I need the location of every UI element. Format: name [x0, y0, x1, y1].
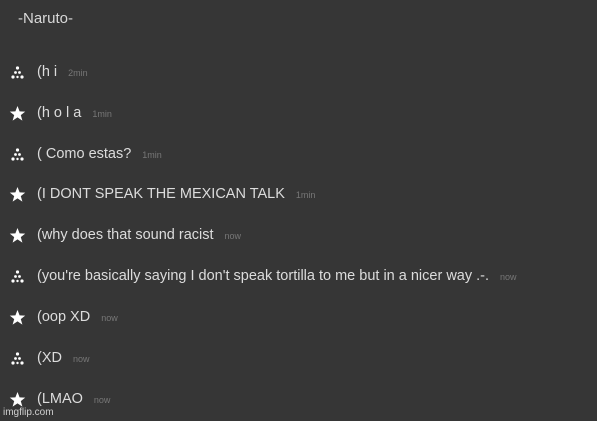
chat-message: ( Como estas? 1min: [0, 144, 597, 166]
chat-panel: -Naruto- (h i 2min (h o l a 1min (Como …: [0, 0, 597, 421]
chat-message: (h i 2min: [0, 62, 597, 84]
chat-message: (I DONT SPEAK THE MEXICAN TALK 1min: [0, 184, 597, 206]
triangle-dots-icon: [11, 66, 24, 79]
triangle-dots-icon: [11, 270, 24, 283]
message-text: (you're basically saying I don't speak t…: [37, 268, 490, 284]
message-text: (h i: [37, 64, 58, 80]
chat-title: -Naruto-: [18, 10, 74, 27]
chat-message: (you're basically saying I don't speak t…: [0, 266, 597, 288]
chat-message: (h o l a 1min: [0, 103, 597, 125]
chat-message: (why does that sound racist now: [0, 225, 597, 247]
chat-message: (oop XD now: [0, 307, 597, 329]
chat-message: (XD now: [0, 348, 597, 370]
message-timestamp: 1min: [142, 150, 162, 160]
message-text: (I DONT SPEAK THE MEXICAN TALK: [37, 186, 285, 202]
message-text: ( Como estas?: [37, 146, 132, 162]
star-icon: [9, 310, 26, 325]
message-text: (LMAO: [37, 391, 83, 407]
message-text: (h o l a: [37, 105, 82, 121]
message-timestamp: now: [101, 313, 118, 323]
message-timestamp: now: [224, 231, 242, 241]
message-timestamp: 1min: [92, 109, 112, 119]
message-timestamp: now: [500, 272, 517, 282]
message-timestamp: 2min: [68, 68, 88, 78]
star-icon: [9, 228, 26, 243]
watermark: imgflip.com: [3, 407, 54, 418]
message-text: (why does that sound racist: [37, 227, 214, 243]
message-timestamp: now: [72, 354, 90, 364]
message-timestamp: 1min: [295, 190, 316, 200]
star-icon: [9, 392, 26, 407]
message-text: (XD: [37, 350, 62, 366]
triangle-dots-icon: [11, 148, 24, 161]
chat-message: (LMAO now: [0, 389, 597, 411]
message-timestamp: now: [93, 395, 111, 405]
message-text: (oop XD: [37, 309, 91, 325]
star-icon: [9, 187, 26, 202]
triangle-dots-icon: [11, 352, 24, 365]
star-icon: [9, 106, 26, 121]
